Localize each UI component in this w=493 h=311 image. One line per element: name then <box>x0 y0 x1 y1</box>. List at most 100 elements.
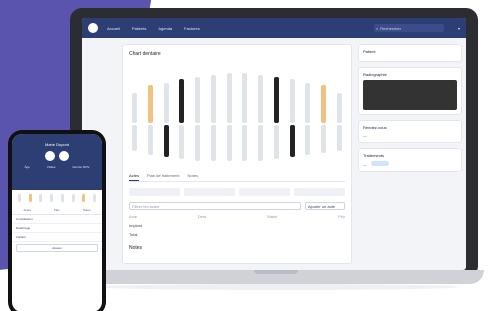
laptop: Accueil Patients Agenda Factures ⌕ Reche… <box>70 8 478 278</box>
nav-item-factures[interactable]: Factures <box>181 26 203 31</box>
phone-tab-actes[interactable]: Actes <box>23 208 31 212</box>
lower-teeth <box>129 125 345 165</box>
tooth[interactable] <box>179 79 185 123</box>
tab-actes[interactable]: Actes <box>129 171 140 181</box>
tooth[interactable] <box>60 194 64 202</box>
tooth[interactable] <box>258 75 264 123</box>
quick-actions <box>129 188 345 196</box>
quick-action-button[interactable] <box>129 188 180 196</box>
app-logo[interactable] <box>88 23 98 33</box>
appointment-line: — <box>363 133 367 138</box>
tooth[interactable] <box>147 125 153 155</box>
stat-age: Âge <box>24 165 30 169</box>
tooth[interactable] <box>305 125 311 155</box>
add-button[interactable]: Ajouter <box>16 244 98 252</box>
treatments-card[interactable]: Traitements — <box>358 148 462 172</box>
notes-title: Notes <box>129 245 143 251</box>
patient-card[interactable]: Patient <box>358 44 462 62</box>
search-icon: ⌕ <box>375 25 379 31</box>
stat-visits: Visites <box>46 165 56 169</box>
top-bar: Accueil Patients Agenda Factures ⌕ Reche… <box>82 18 466 38</box>
col-prix: Prix <box>338 214 345 219</box>
search-input[interactable]: ⌕ Rechercher <box>373 24 444 32</box>
phone-header: Marie Dupont Âge Visites Dernier RDV <box>12 134 102 190</box>
add-acte-button[interactable]: Ajouter un acte <box>305 202 345 210</box>
phone-tabs: Actes Plan Notes <box>12 206 102 215</box>
tooth[interactable] <box>163 83 169 123</box>
quick-action-button[interactable] <box>184 188 235 196</box>
tooth[interactable] <box>258 125 264 161</box>
list-item[interactable]: Consultation <box>12 215 102 224</box>
tooth[interactable] <box>92 194 96 202</box>
tooth[interactable] <box>289 125 295 157</box>
nav-item-agenda[interactable]: Agenda <box>155 26 175 31</box>
message-button[interactable] <box>59 151 69 161</box>
totals-row: Total <box>129 232 345 237</box>
appointment-card[interactable]: Rendez-vous — <box>358 120 462 143</box>
tooth[interactable] <box>50 194 54 202</box>
phone-tab-plan[interactable]: Plan <box>54 208 60 212</box>
tooth[interactable] <box>210 125 216 161</box>
tooth[interactable] <box>195 125 201 161</box>
upper-teeth <box>129 63 345 123</box>
tooth[interactable] <box>147 85 153 123</box>
tooth[interactable] <box>321 125 327 153</box>
tooth[interactable] <box>226 125 232 161</box>
tooth[interactable] <box>273 77 279 123</box>
xray-card[interactable]: Radiographie <box>358 67 462 115</box>
quick-action-button[interactable] <box>239 188 290 196</box>
main-panel: Chart dentaire Actes Plan de traitement … <box>122 44 352 264</box>
phone-screen: Marie Dupont Âge Visites Dernier RDV Act… <box>12 134 102 311</box>
card-title: Patient <box>363 49 376 54</box>
xray-image <box>363 80 457 110</box>
nav-item-patients[interactable]: Patients <box>129 26 149 31</box>
tooth[interactable] <box>210 75 216 123</box>
card-title: Rendez-vous <box>363 125 387 130</box>
list-item[interactable]: Implant <box>12 233 102 242</box>
status-badge <box>371 161 389 166</box>
tooth[interactable] <box>39 194 43 202</box>
laptop-notch <box>254 270 298 274</box>
tooth[interactable] <box>179 125 185 159</box>
table-row[interactable]: Implant <box>129 223 345 228</box>
patient-stats: Âge Visites Dernier RDV <box>16 165 98 169</box>
tooth[interactable] <box>321 85 327 123</box>
tooth[interactable] <box>336 125 342 151</box>
panel-title: Chart dentaire <box>129 51 161 57</box>
tooth[interactable] <box>336 93 342 123</box>
side-panel: Patient Radiographie Rendez-vous — Trait… <box>358 44 462 264</box>
user-menu[interactable]: ▾ <box>458 26 460 31</box>
list-item[interactable]: Détartrage <box>12 224 102 233</box>
phone-tab-notes[interactable]: Notes <box>83 208 91 212</box>
tooth[interactable] <box>195 77 201 123</box>
tooth[interactable] <box>289 79 295 123</box>
call-button[interactable] <box>45 151 55 161</box>
totals-label: Total <box>129 232 138 237</box>
tooth[interactable] <box>71 194 75 202</box>
patient-name: Marie Dupont <box>44 142 69 147</box>
laptop-shadow <box>100 284 460 290</box>
tooth[interactable] <box>163 125 169 157</box>
phone: Marie Dupont Âge Visites Dernier RDV Act… <box>8 130 106 311</box>
cell-acte: Implant <box>129 223 143 228</box>
filter-row: Filtrer les actes Ajouter un acte <box>129 202 345 210</box>
card-title: Traitements <box>363 153 384 158</box>
tooth[interactable] <box>82 194 86 202</box>
tooth[interactable] <box>242 125 248 161</box>
tooth[interactable] <box>132 125 137 151</box>
filter-input[interactable]: Filtrer les actes <box>129 202 301 210</box>
quick-action-button[interactable] <box>294 188 345 196</box>
tooth[interactable] <box>305 83 311 123</box>
table-header: Acte Dent Statut Prix <box>129 214 345 219</box>
tab-plan[interactable]: Plan de traitement <box>147 171 179 181</box>
tooth[interactable] <box>226 73 232 123</box>
main-tabs: Actes Plan de traitement Notes <box>129 171 345 182</box>
tooth[interactable] <box>18 194 21 202</box>
tooth[interactable] <box>242 73 248 123</box>
nav-item-accueil[interactable]: Accueil <box>104 26 123 31</box>
tooth[interactable] <box>28 194 32 202</box>
tab-notes[interactable]: Notes <box>187 171 197 181</box>
tooth[interactable] <box>132 93 137 123</box>
phone-actions <box>16 151 98 161</box>
tooth[interactable] <box>273 125 279 159</box>
